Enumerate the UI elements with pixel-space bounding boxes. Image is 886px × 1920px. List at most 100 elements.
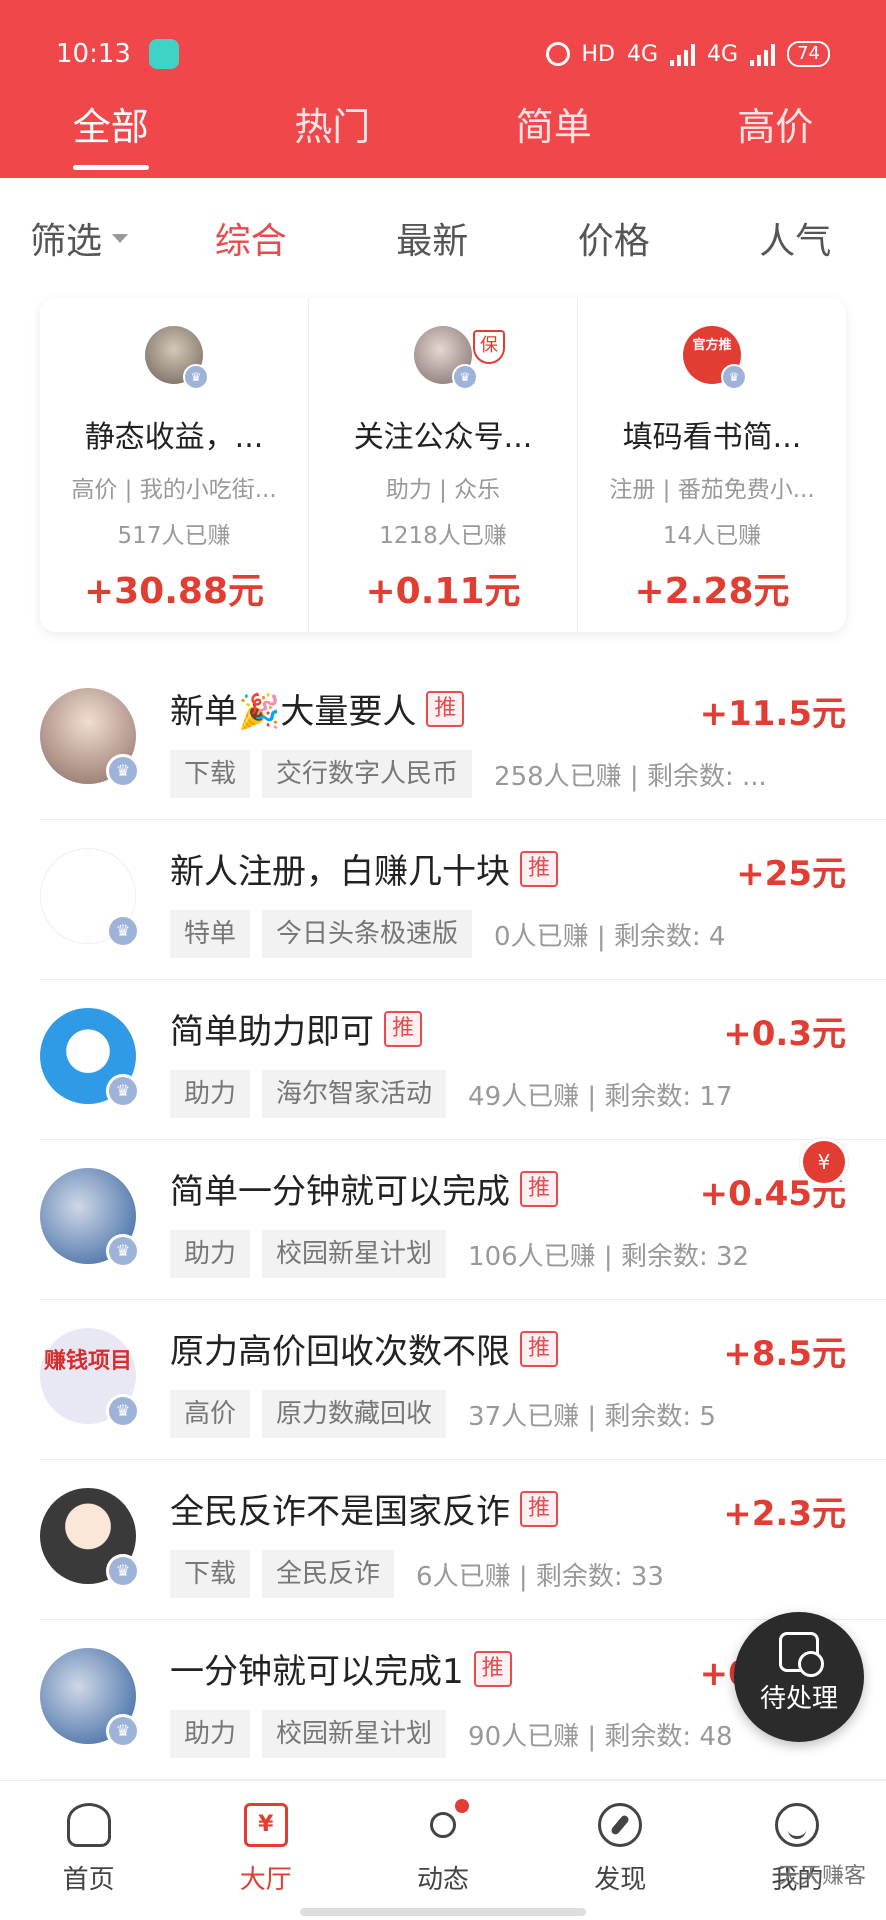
- filter-label: 筛选: [30, 221, 103, 262]
- task-app-tag: 今日头条极速版: [262, 910, 473, 958]
- task-app-tag: 原力数藏回收: [262, 1390, 447, 1438]
- tab-all[interactable]: 全部: [0, 96, 222, 170]
- task-type-tag: 助力: [170, 1230, 251, 1278]
- task-stats: 90人已赚 | 剩余数: 48: [468, 1721, 733, 1752]
- featured-price: +30.88元: [83, 571, 265, 612]
- nav-discover[interactable]: 发现: [532, 1781, 709, 1920]
- hd-indicator: HD: [581, 41, 615, 67]
- sort-price[interactable]: 价格: [523, 212, 705, 264]
- featured-item[interactable]: 官方推 ♛ 填码看书简... 注册 | 番茄免费小... 14人已赚 +2.28元: [578, 298, 846, 632]
- clipboard-clock-icon: [779, 1632, 824, 1677]
- status-icons: HD 4G 4G 74: [545, 41, 830, 67]
- task-meta: 高价 原力数藏回收 37人已赚 | 剩余数: 5: [170, 1390, 716, 1438]
- task-price: +11.5元: [699, 694, 846, 734]
- signal-icon-2: [750, 42, 776, 66]
- crown-badge-icon: ♛: [721, 364, 747, 390]
- avatar: ♛: [40, 848, 140, 948]
- task-row[interactable]: ♛ 新单🎉大量要人推 +11.5元 下载 交行数字人民币 258人已赚 | 剩余数:…: [0, 660, 886, 820]
- network-label-1: 4G: [627, 41, 659, 67]
- category-tabs: 全部 热门 简单 高价: [0, 96, 886, 170]
- featured-price: +0.11元: [365, 571, 521, 612]
- task-app-tag: 校园新星计划: [262, 1710, 447, 1758]
- crown-badge-icon: ♛: [106, 914, 140, 948]
- profile-icon: [775, 1803, 820, 1847]
- bottom-nav: 首页 ¥ 大厅 动态 发现 我的: [0, 1780, 886, 1920]
- crown-badge-icon: ♛: [106, 1074, 140, 1108]
- featured-card: ♛ 静态收益，... 高价 | 我的小吃街... 517人已赚 +30.88元 …: [40, 298, 846, 632]
- featured-title: 填码看书简...: [622, 420, 802, 455]
- crown-badge-icon: ♛: [106, 1714, 140, 1748]
- avatar: ♛: [145, 326, 209, 390]
- filter-button[interactable]: 筛选: [0, 212, 160, 264]
- sort-popularity[interactable]: 人气: [705, 212, 886, 264]
- task-stats: 37人已赚 | 剩余数: 5: [468, 1401, 716, 1432]
- hall-icon: ¥: [243, 1803, 288, 1847]
- recommend-tag: 推: [520, 850, 559, 887]
- sort-bar: 筛选 综合 最新 价格 人气: [0, 178, 886, 298]
- task-title-line: 新单🎉大量要人推: [170, 684, 465, 733]
- task-app-tag: 全民反诈: [262, 1550, 395, 1598]
- task-app-tag: 校园新星计划: [262, 1230, 447, 1278]
- status-bar: 10:13 HD 4G 4G 74: [0, 30, 886, 78]
- task-meta: 下载 交行数字人民币 258人已赚 | 剩余数: ...: [170, 750, 767, 798]
- task-row[interactable]: ♛ 新人注册，白赚几十块推 +25元 特单 今日头条极速版 0人已赚 | 剩余数: …: [0, 820, 886, 980]
- task-title: 新人注册，白赚几十块: [170, 852, 510, 892]
- task-type-tag: 特单: [170, 910, 251, 958]
- featured-title: 静态收益，...: [84, 420, 264, 455]
- nav-dynamics[interactable]: 动态: [354, 1781, 531, 1920]
- featured-item[interactable]: ♛ 静态收益，... 高价 | 我的小吃街... 517人已赚 +30.88元: [40, 298, 309, 632]
- chevron-down-icon: [112, 233, 129, 243]
- task-stats: 0人已赚 | 剩余数: 4: [494, 921, 726, 952]
- task-title-line: 全民反诈不是国家反诈推: [170, 1484, 559, 1533]
- sort-comprehensive[interactable]: 综合: [160, 212, 342, 264]
- battery-icon: 74: [787, 41, 830, 67]
- red-packet-icon[interactable]: ¥: [800, 1138, 848, 1186]
- status-time: 10:13: [56, 39, 131, 69]
- recommend-tag: 推: [520, 1490, 559, 1527]
- featured-earned-count: 1218人已赚: [379, 523, 507, 549]
- avatar: ♛: [40, 1648, 140, 1748]
- task-app-tag: 交行数字人民币: [262, 750, 473, 798]
- task-stats: 49人已赚 | 剩余数: 17: [468, 1081, 733, 1112]
- network-label-2: 4G: [707, 41, 739, 67]
- nav-home[interactable]: 首页: [0, 1781, 177, 1920]
- task-meta: 助力 校园新星计划 90人已赚 | 剩余数: 48: [170, 1710, 733, 1758]
- avatar: ♛: [40, 688, 140, 788]
- task-price: +25元: [736, 854, 846, 894]
- task-title: 新单🎉大量要人: [170, 692, 417, 732]
- task-meta: 下载 全民反诈 6人已赚 | 剩余数: 33: [170, 1550, 664, 1598]
- compass-icon: [598, 1803, 643, 1847]
- nav-profile[interactable]: 我的: [709, 1781, 886, 1920]
- guarantee-shield-icon: 保: [473, 330, 505, 364]
- task-title-line: 新人注册，白赚几十块推: [170, 844, 559, 893]
- featured-item[interactable]: ♛ 保 关注公众号... 助力 | 众乐 1218人已赚 +0.11元: [309, 298, 578, 632]
- task-list: ♛ 新单🎉大量要人推 +11.5元 下载 交行数字人民币 258人已赚 | 剩余数:…: [0, 660, 886, 1780]
- official-avatar: 官方推 ♛: [683, 326, 747, 390]
- watermark: 天天赚客: [777, 1864, 866, 1889]
- task-row[interactable]: ♛ 简单助力即可推 +0.3元 助力 海尔智家活动 49人已赚 | 剩余数: 17: [0, 980, 886, 1140]
- crown-badge-icon: ♛: [183, 364, 209, 390]
- tab-hot[interactable]: 热门: [222, 96, 444, 166]
- nav-label: 发现: [594, 1865, 647, 1895]
- crown-badge-icon: ♛: [452, 364, 478, 390]
- task-meta: 助力 海尔智家活动 49人已赚 | 剩余数: 17: [170, 1070, 733, 1118]
- recommend-tag: 推: [520, 1330, 559, 1367]
- home-indicator: [300, 1908, 586, 1916]
- crown-badge-icon: ♛: [106, 1394, 140, 1428]
- recommend-tag: 推: [473, 1650, 512, 1687]
- crown-badge-icon: ♛: [106, 754, 140, 788]
- task-row[interactable]: 赚钱项目 ♛ 原力高价回收次数不限推 +8.5元 高价 原力数藏回收 37人已赚 | …: [0, 1300, 886, 1460]
- nav-label: 首页: [62, 1865, 115, 1895]
- app-header: 10:13 HD 4G 4G 74 全部 热门 简单 高价: [0, 0, 886, 178]
- pending-button[interactable]: 待处理: [734, 1612, 864, 1742]
- pending-label: 待处理: [759, 1684, 838, 1714]
- task-type-tag: 下载: [170, 1550, 251, 1598]
- nav-hall[interactable]: ¥ 大厅: [177, 1781, 354, 1920]
- sort-newest[interactable]: 最新: [342, 212, 524, 264]
- tab-simple[interactable]: 简单: [443, 96, 665, 166]
- task-row[interactable]: ♛ 全民反诈不是国家反诈推 +2.3元 下载 全民反诈 6人已赚 | 剩余数: 33: [0, 1460, 886, 1620]
- tab-high-price[interactable]: 高价: [665, 96, 886, 166]
- task-row[interactable]: ♛ 简单一分钟就可以完成推 +0.45元 助力 校园新星计划 106人已赚 | 剩余…: [0, 1140, 886, 1300]
- task-title: 一分钟就可以完成1: [170, 1652, 464, 1692]
- task-title-line: 一分钟就可以完成1 推: [170, 1644, 512, 1693]
